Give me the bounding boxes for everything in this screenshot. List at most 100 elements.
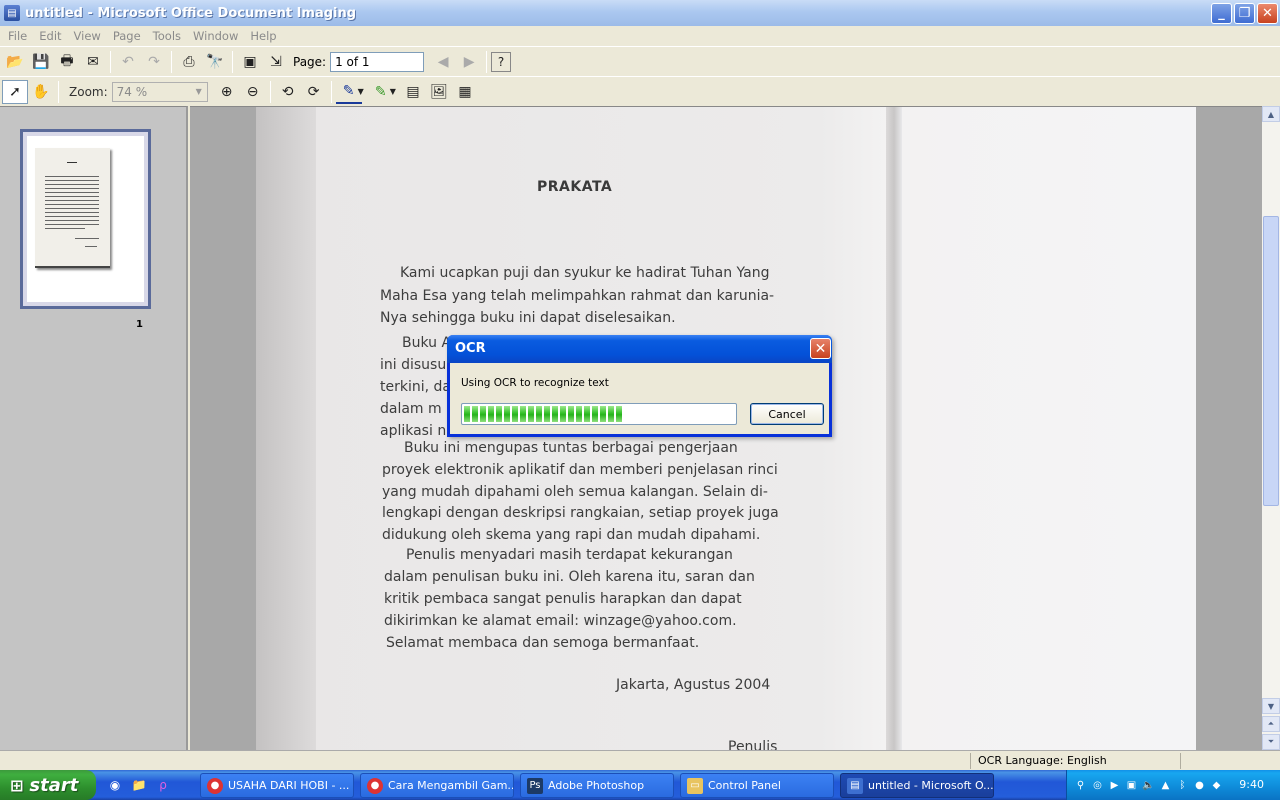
menu-window[interactable]: Window: [187, 29, 244, 43]
restore-button[interactable]: ❐: [1234, 3, 1255, 24]
security-icon[interactable]: ◆: [1209, 778, 1224, 793]
ocr-progress-bar: [461, 403, 737, 425]
previous-page-scroll-icon[interactable]: ⏶: [1262, 716, 1280, 732]
book-spine: [886, 107, 902, 750]
document-line: lengkapi dengan deskripsi rangkaian, set…: [382, 505, 779, 521]
insert-picture-icon[interactable]: 🖼: [426, 80, 452, 104]
app-icon[interactable]: ▤: [4, 5, 20, 21]
taskbar-item[interactable]: Ps Adobe Photoshop: [520, 773, 674, 798]
progress-block: [464, 406, 470, 422]
toolbar-separator: [171, 50, 172, 73]
chrome-quicklaunch-icon[interactable]: ◉: [106, 776, 124, 794]
annotation-tools-icon[interactable]: ▦: [452, 80, 478, 104]
toolbar-separator: [58, 80, 59, 103]
document-line: didukung oleh skema yang rapi dan mudah …: [382, 527, 761, 543]
zoom-in-icon[interactable]: ⊕: [214, 80, 240, 104]
photoshop-icon: Ps: [527, 777, 543, 794]
task-label: USAHA DARI HOBI - ...: [228, 779, 350, 792]
monitor-icon[interactable]: ▣: [1124, 778, 1139, 793]
find-icon[interactable]: 🔭: [202, 50, 228, 74]
progress-block: [576, 406, 582, 422]
menu-edit[interactable]: Edit: [33, 29, 67, 43]
scan-shadow: [256, 107, 316, 750]
start-button[interactable]: ⊞ start: [0, 770, 96, 800]
redo-icon[interactable]: ↷: [141, 50, 167, 74]
status-separator: [1180, 753, 1181, 769]
taskbar-item[interactable]: ▭ Control Panel: [680, 773, 834, 798]
task-label: Control Panel: [708, 779, 781, 792]
progress-block: [600, 406, 606, 422]
progress-block: [496, 406, 502, 422]
rotate-left-icon[interactable]: ⟲: [275, 80, 301, 104]
menu-view[interactable]: View: [68, 29, 107, 43]
menu-page[interactable]: Page: [107, 29, 147, 43]
explorer-quicklaunch-icon[interactable]: 📁: [130, 776, 148, 794]
window-controls: _ ❐ ✕: [1211, 3, 1278, 24]
progress-block: [520, 406, 526, 422]
close-button[interactable]: ✕: [1257, 3, 1278, 24]
speaker-icon[interactable]: 🔈: [1141, 778, 1156, 793]
minimize-button[interactable]: _: [1211, 3, 1232, 24]
volume-icon[interactable]: ◎: [1090, 778, 1105, 793]
app-tray-icon[interactable]: ●: [1192, 778, 1207, 793]
page-field[interactable]: 1 of 1: [330, 51, 425, 72]
document-line: Penulis menyadari masih terdapat kekuran…: [406, 547, 733, 563]
highlighter-dropdown-icon[interactable]: ▼: [390, 87, 396, 96]
view-toolbar: ➚ ✋ Zoom: 74 % ▼ ⊕ ⊖ ⟲ ⟳ ✎ ▼ ✎ ▼ ▤ 🖼 ▦: [0, 76, 1280, 106]
next-page-icon[interactable]: ▶: [456, 50, 482, 74]
toolbar-separator: [110, 50, 111, 73]
dialog-close-button[interactable]: ✕: [810, 338, 831, 359]
ocr-dialog: OCR ✕ Using OCR to recognize text Cancel: [447, 335, 832, 437]
document-heading: PRAKATA: [537, 179, 613, 195]
undo-icon[interactable]: ↶: [115, 50, 141, 74]
document-line: Selamat membaca dan semoga bermanfaat.: [386, 635, 700, 651]
progress-block: [480, 406, 486, 422]
taskbar-item[interactable]: ● Cara Mengambil Gam...: [360, 773, 514, 798]
windows-logo-icon: ⊞: [10, 775, 24, 795]
open-icon[interactable]: 📂: [2, 50, 28, 74]
text-box-icon[interactable]: ▤: [400, 80, 426, 104]
next-page-scroll-icon[interactable]: ⏷: [1262, 734, 1280, 750]
select-pointer-icon[interactable]: ➚: [2, 79, 28, 104]
chevron-down-icon[interactable]: ▼: [192, 84, 206, 100]
quick-launch: ◉ 📁 ρ: [106, 776, 172, 794]
zoom-out-icon[interactable]: ⊖: [240, 80, 266, 104]
vertical-scrollbar[interactable]: ▲ ▼ ⏶ ⏷: [1262, 106, 1280, 750]
pan-hand-icon[interactable]: ✋: [28, 80, 54, 104]
send-text-to-word-icon[interactable]: ⇲: [263, 50, 289, 74]
task-label: untitled - Microsoft O...: [868, 779, 994, 792]
cancel-button[interactable]: Cancel: [750, 403, 824, 425]
menu-file[interactable]: File: [2, 29, 33, 43]
menu-help[interactable]: Help: [244, 29, 282, 43]
bluetooth-icon[interactable]: ᛒ: [1175, 778, 1190, 793]
status-separator: [970, 753, 971, 769]
page-thumbnail[interactable]: [20, 129, 151, 309]
thumbnail-text-line: [45, 212, 99, 213]
zoom-select[interactable]: 74 % ▼: [111, 81, 208, 102]
rotate-right-icon[interactable]: ⟳: [301, 80, 327, 104]
taskbar-item[interactable]: ● USAHA DARI HOBI - ...: [200, 773, 354, 798]
progress-block: [552, 406, 558, 422]
thumbnail-text-line: [45, 176, 99, 177]
media-icon[interactable]: ▶: [1107, 778, 1122, 793]
zoom-label: Zoom:: [69, 84, 108, 99]
scan-icon[interactable]: ⎙: [176, 50, 202, 74]
title-bar: ▤ untitled - Microsoft Office Document I…: [0, 0, 1280, 26]
help-icon[interactable]: ?: [491, 51, 512, 72]
scroll-thumb[interactable]: [1263, 216, 1279, 506]
shield-icon[interactable]: ▲: [1158, 778, 1173, 793]
taskbar-item-active[interactable]: ▤ untitled - Microsoft O...: [840, 773, 994, 798]
progress-block: [544, 406, 550, 422]
network-icon[interactable]: ⚲: [1073, 778, 1088, 793]
scroll-down-icon[interactable]: ▼: [1262, 698, 1280, 714]
pen-dropdown-icon[interactable]: ▼: [358, 87, 364, 96]
scroll-up-icon[interactable]: ▲: [1262, 106, 1280, 122]
ocr-icon[interactable]: ▣: [237, 50, 263, 74]
app-quicklaunch-icon[interactable]: ρ: [154, 776, 172, 794]
previous-page-icon[interactable]: ◀: [430, 50, 456, 74]
send-icon[interactable]: ✉: [80, 50, 106, 74]
toolbar-separator: [330, 80, 332, 103]
menu-tools[interactable]: Tools: [147, 29, 187, 43]
save-icon[interactable]: 💾: [28, 50, 54, 74]
print-icon[interactable]: 🖶: [54, 50, 80, 74]
